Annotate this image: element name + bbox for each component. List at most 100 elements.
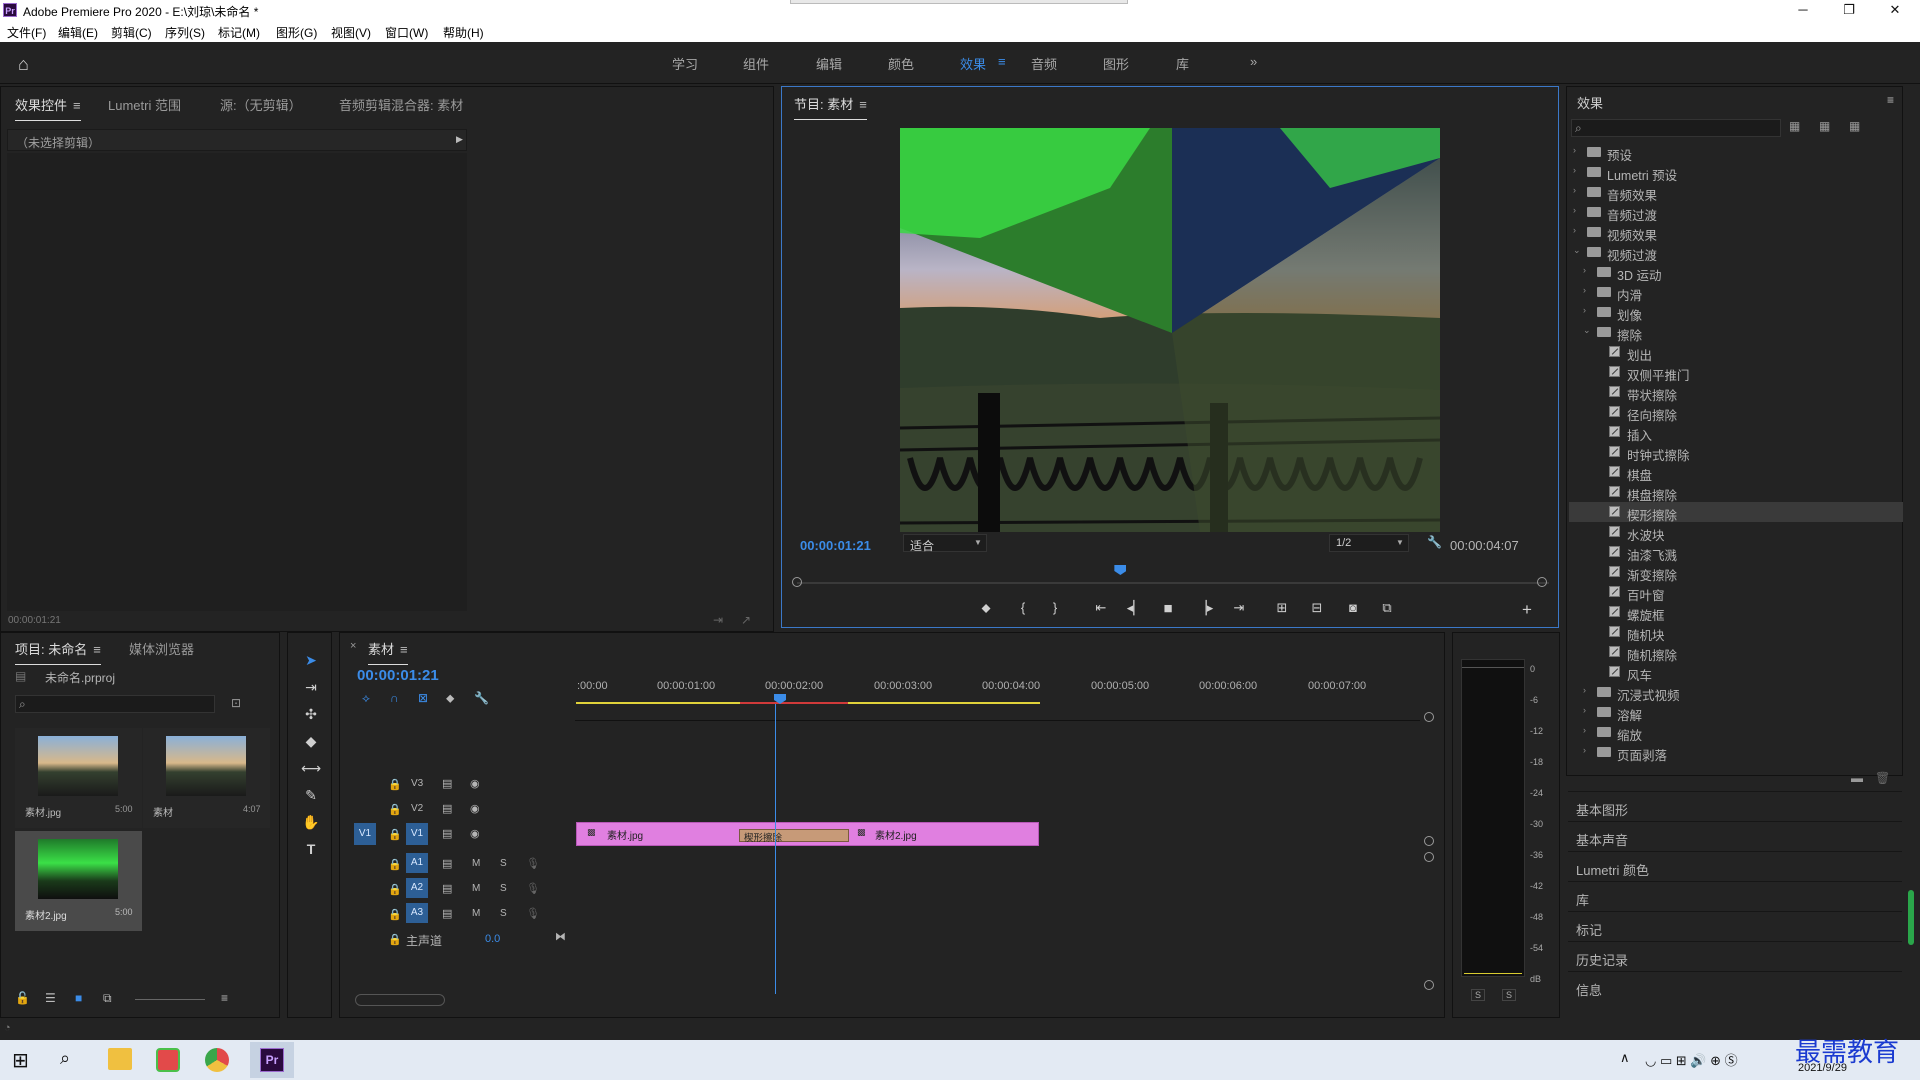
eye-icon[interactable]: ◉: [470, 802, 480, 815]
horizontal-zoom-scrollbar[interactable]: [355, 994, 445, 1006]
panel-menu-icon[interactable]: ≡: [1887, 93, 1894, 107]
workspace-color[interactable]: 颜色: [888, 54, 914, 73]
chevron-down-icon[interactable]: ⌄: [1583, 325, 1591, 336]
effect-item[interactable]: 风车: [1569, 662, 1903, 683]
tray-icons[interactable]: ◡ ▭ ⊞ 🔊 ⊕ Ⓢ: [1645, 1050, 1738, 1069]
scrub-end-handle[interactable]: [1537, 577, 1547, 587]
quality-select[interactable]: 1/2 ▼: [1329, 534, 1409, 552]
restore-icon[interactable]: ❐: [1826, 0, 1872, 20]
effect-item[interactable]: 双侧平推门: [1569, 362, 1903, 383]
tab-lumetri-scopes[interactable]: Lumetri 范围: [108, 95, 181, 114]
chevron-right-icon[interactable]: ›: [1583, 705, 1586, 715]
tab-effect-controls[interactable]: 效果控件 ≡: [15, 95, 81, 121]
tab-project[interactable]: 项目: 未命名 ≡: [15, 639, 101, 665]
slip-tool-icon[interactable]: ⟷: [300, 760, 322, 780]
effect-item[interactable]: 棋盘: [1569, 462, 1903, 483]
effect-item[interactable]: 渐变擦除: [1569, 562, 1903, 583]
clip-1[interactable]: ▩ 素材.jpg: [577, 823, 747, 845]
chevron-right-icon[interactable]: ›: [1583, 685, 1586, 695]
workspace-graphics[interactable]: 图形: [1103, 54, 1129, 73]
markers-panel[interactable]: 标记: [1568, 911, 1902, 940]
eye-icon[interactable]: ◉: [470, 777, 480, 790]
chevron-right-icon[interactable]: ›: [1573, 145, 1576, 155]
program-video-frame[interactable]: [900, 128, 1440, 532]
linked-selection-icon[interactable]: ⊠: [418, 691, 428, 705]
workspace-editing[interactable]: 编辑: [816, 54, 842, 73]
close-tab-icon[interactable]: ×: [350, 640, 356, 652]
transition-clip[interactable]: 楔形擦除: [739, 829, 849, 844]
eye-icon[interactable]: ◉: [470, 827, 480, 840]
lock-icon[interactable]: 🔒: [388, 933, 402, 946]
menu-clip[interactable]: 剪辑(C): [111, 24, 152, 41]
lock-icon[interactable]: 🔒: [388, 908, 402, 921]
effects-folder[interactable]: › 内滑: [1569, 282, 1903, 303]
mark-in-icon[interactable]: {: [1013, 600, 1033, 618]
stop-icon[interactable]: ■: [1158, 600, 1178, 618]
master-volume-value[interactable]: 0.0: [485, 933, 500, 945]
workspace-assembly[interactable]: 组件: [743, 54, 769, 73]
wrench-icon[interactable]: 🔧: [1427, 535, 1442, 549]
menu-graphics[interactable]: 图形(G): [276, 24, 317, 41]
scroll-handle[interactable]: [1424, 712, 1434, 722]
effects-folder[interactable]: › 划像: [1569, 302, 1903, 323]
add-marker-icon[interactable]: ⬥: [446, 691, 454, 706]
new-search-bin-icon[interactable]: ⊡: [231, 696, 241, 710]
solo-button[interactable]: S: [500, 858, 507, 869]
chevron-right-icon[interactable]: ›: [1583, 745, 1586, 755]
project-item[interactable]: 素材.jpg 5:00: [15, 728, 142, 828]
chevron-right-icon[interactable]: ›: [1583, 265, 1586, 275]
effects-folder[interactable]: › 音频过渡: [1569, 202, 1903, 223]
film-icon[interactable]: ▤: [442, 857, 452, 870]
effects-folder[interactable]: › 页面剥落: [1569, 742, 1903, 763]
effects-folder[interactable]: › 缩放: [1569, 722, 1903, 743]
program-title[interactable]: 节目: 素材 ≡: [794, 94, 867, 120]
effect-item[interactable]: 径向擦除: [1569, 402, 1903, 423]
history-panel[interactable]: 历史记录: [1568, 941, 1902, 970]
film-icon[interactable]: ▤: [442, 802, 452, 815]
effects-folder[interactable]: ⌄ 视频过渡: [1569, 242, 1903, 263]
chevron-right-icon[interactable]: ›: [1583, 725, 1586, 735]
effect-item[interactable]: 百叶窗: [1569, 582, 1903, 603]
mark-out-icon[interactable]: }: [1045, 600, 1065, 618]
accelerated-effects-icon[interactable]: ▦: [1789, 119, 1800, 133]
timeline-playhead-line[interactable]: [775, 704, 776, 994]
menu-marker[interactable]: 标记(M): [218, 24, 260, 41]
tray-chevron-icon[interactable]: ∧: [1620, 1050, 1630, 1066]
yuv-effects-icon[interactable]: ▦: [1849, 119, 1860, 133]
track-select-tool-icon[interactable]: ⇥: [300, 679, 322, 699]
compare-view-icon[interactable]: ⧉: [1377, 600, 1397, 618]
add-button-icon[interactable]: +: [1517, 600, 1537, 619]
lock-icon[interactable]: 🔒: [388, 858, 402, 871]
file-explorer-icon[interactable]: [108, 1048, 132, 1070]
lumetri-color-panel[interactable]: Lumetri 颜色: [1568, 851, 1902, 880]
go-to-in-icon[interactable]: ⇤: [1091, 600, 1111, 618]
effect-item[interactable]: 带状擦除: [1569, 382, 1903, 403]
minimize-icon[interactable]: ─: [1780, 0, 1826, 20]
track-target-a1[interactable]: A1: [406, 853, 428, 873]
effect-item[interactable]: 油漆飞溅: [1569, 542, 1903, 563]
workspace-menu-icon[interactable]: ≡: [998, 54, 1006, 69]
project-search-input[interactable]: ⌕: [15, 695, 215, 713]
workspace-audio[interactable]: 音频: [1031, 54, 1057, 73]
wrench-icon[interactable]: 🔧: [474, 691, 489, 705]
lock-icon[interactable]: 🔒: [388, 803, 402, 816]
freeform-view-icon[interactable]: ⧉: [103, 991, 112, 1006]
step-back-icon[interactable]: ◂▏: [1125, 600, 1145, 618]
chevron-right-icon[interactable]: ›: [1573, 225, 1576, 235]
menu-help[interactable]: 帮助(H): [443, 24, 484, 41]
razor-tool-icon[interactable]: ◆: [300, 733, 322, 753]
type-tool-icon[interactable]: T: [300, 841, 322, 861]
mute-button[interactable]: M: [472, 908, 480, 919]
menu-window[interactable]: 窗口(W): [385, 24, 428, 41]
zoom-slider[interactable]: [135, 999, 205, 1000]
workspace-learn[interactable]: 学习: [672, 54, 698, 73]
solo-button[interactable]: S: [500, 883, 507, 894]
film-icon[interactable]: ▤: [442, 882, 452, 895]
effects-folder[interactable]: › Lumetri 预设: [1569, 162, 1903, 183]
32bit-effects-icon[interactable]: ▦: [1819, 119, 1830, 133]
effect-item[interactable]: 划出: [1569, 342, 1903, 363]
effects-folder[interactable]: › 音频效果: [1569, 182, 1903, 203]
go-to-out-icon[interactable]: ⇥: [1229, 600, 1249, 618]
hand-tool-icon[interactable]: ✋: [300, 814, 322, 834]
effect-item[interactable]: 时钟式擦除: [1569, 442, 1903, 463]
